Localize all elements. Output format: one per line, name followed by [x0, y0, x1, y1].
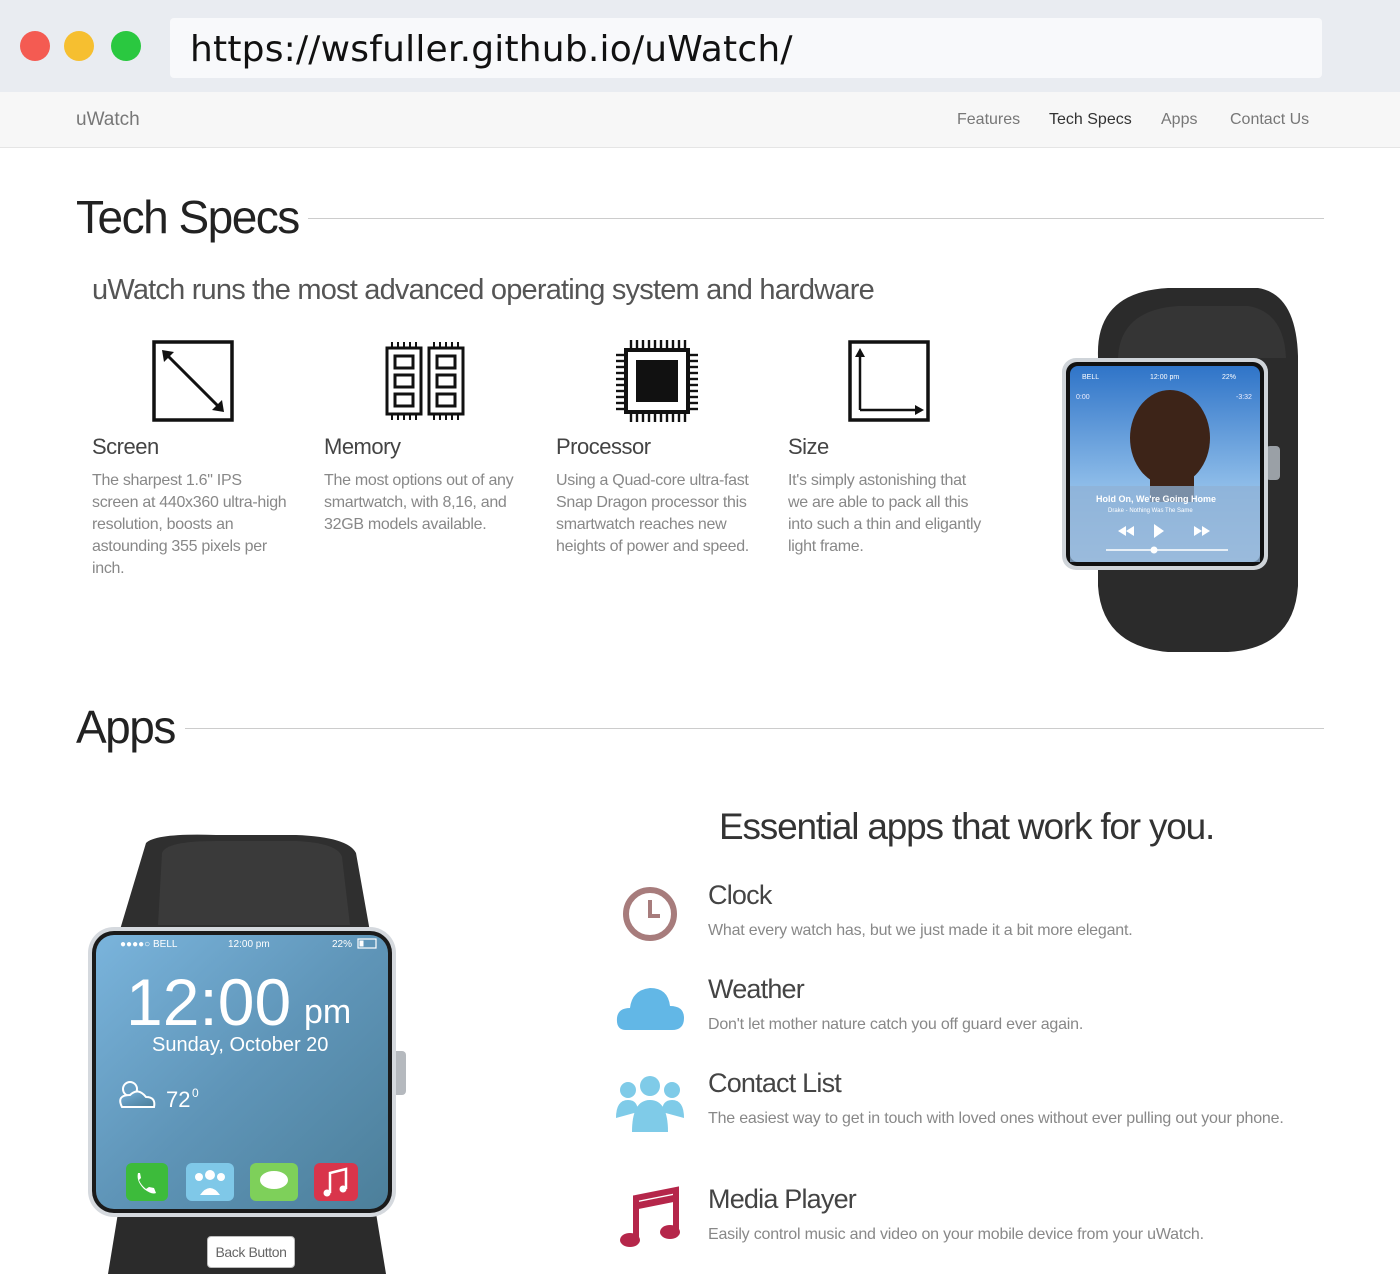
contacts-app-icon	[186, 1163, 234, 1201]
home-time: 12:00	[126, 965, 291, 1039]
app-media-player: Media Player Easily control music and vi…	[612, 1184, 1292, 1254]
app-clock: Clock What every watch has, but we just …	[612, 880, 1292, 950]
spec-size: Size It's simply astonishing that we are…	[788, 340, 988, 555]
song-artist: Drake - Nothing Was The Same	[1108, 508, 1193, 514]
nav-item-features[interactable]: Features	[957, 111, 1020, 129]
app-name: Clock	[708, 880, 772, 910]
contacts-icon	[616, 1076, 684, 1132]
back-button[interactable]: Back Button	[207, 1236, 295, 1268]
minimize-window-button[interactable]	[64, 31, 94, 61]
app-name: Contact List	[708, 1068, 842, 1098]
app-weather: Weather Don't let mother nature catch yo…	[612, 974, 1292, 1044]
watch-battery: 22%	[1222, 374, 1236, 381]
watch-status-time: 12:00 pm	[1150, 374, 1179, 381]
home-ampm: pm	[304, 993, 351, 1031]
app-description: What every watch has, but we just made i…	[708, 922, 1133, 939]
music-app-icon	[314, 1163, 358, 1201]
apps-tagline: Essential apps that work for you.	[719, 806, 1215, 847]
url-text: https://wsfuller.github.io/uWatch/	[190, 29, 793, 70]
cloud-icon	[616, 988, 684, 1030]
track-remaining: -3:32	[1236, 394, 1252, 401]
section-divider	[185, 728, 1324, 729]
brand-link[interactable]: uWatch	[76, 109, 140, 131]
messages-app-icon	[250, 1163, 298, 1201]
watch-carrier: BELL	[1082, 374, 1099, 381]
track-elapsed: 0:00	[1076, 394, 1090, 401]
processor-chip-icon	[616, 340, 698, 422]
app-contact-list: Contact List The easiest way to get in t…	[612, 1068, 1292, 1158]
spec-description: The sharpest 1.6" IPS screen at 440x360 …	[92, 472, 287, 577]
spec-name: Processor	[556, 434, 651, 459]
app-description: Don't let mother nature catch you off gu…	[708, 1016, 1084, 1033]
app-name: Media Player	[708, 1184, 857, 1214]
watch-home-screen-image: ●●●●○ BELL 12:00 pm 22% 12:00 pm Sunday,…	[88, 834, 406, 1274]
app-description: The easiest way to get in touch with lov…	[708, 1110, 1284, 1127]
section-divider	[308, 218, 1324, 219]
close-window-button[interactable]	[20, 31, 50, 61]
home-date: Sunday, October 20	[152, 1034, 328, 1056]
home-carrier: ●●●●○ BELL	[120, 939, 178, 950]
tech-specs-heading: Tech Specs	[76, 191, 300, 243]
spec-memory: Memory The most options out of any smart…	[324, 340, 524, 533]
browser-chrome: https://wsfuller.github.io/uWatch/	[0, 0, 1400, 92]
spec-name: Size	[788, 434, 829, 459]
nav-item-contact-us[interactable]: Contact Us	[1230, 111, 1309, 129]
clock-icon	[623, 887, 677, 941]
navbar: uWatch Features Tech Specs Apps Contact …	[0, 92, 1400, 148]
spec-name: Memory	[324, 434, 401, 459]
phone-app-icon	[126, 1163, 168, 1201]
home-status-time: 12:00 pm	[228, 939, 270, 950]
app-description: Easily control music and video on your m…	[708, 1226, 1204, 1243]
music-note-icon	[620, 1186, 680, 1247]
dimensions-icon	[848, 340, 930, 422]
apps-heading: Apps	[76, 701, 176, 753]
home-temperature: 72	[166, 1087, 190, 1112]
address-bar[interactable]: https://wsfuller.github.io/uWatch/	[170, 18, 1322, 78]
watch-music-player-image: BELL 12:00 pm 22% 0:00 -3:32 Hold On, We…	[1062, 288, 1298, 652]
spec-name: Screen	[92, 434, 159, 459]
maximize-window-button[interactable]	[111, 31, 141, 61]
app-name: Weather	[708, 974, 805, 1004]
tech-specs-subtitle: uWatch runs the most advanced operating …	[92, 274, 875, 306]
spec-screen: Screen The sharpest 1.6" IPS screen at 4…	[92, 340, 292, 577]
memory-chip-icon	[385, 342, 465, 420]
nav-item-apps[interactable]: Apps	[1161, 111, 1197, 129]
nav-item-tech-specs[interactable]: Tech Specs	[1049, 111, 1132, 129]
home-degree: 0	[192, 1086, 199, 1100]
diagonal-arrow-icon	[152, 340, 234, 422]
home-battery: 22%	[332, 939, 352, 950]
song-title: Hold On, We're Going Home	[1096, 494, 1216, 504]
spec-processor: Processor Using a Quad-core ultra-fast S…	[556, 340, 756, 555]
spec-description: Using a Quad-core ultra-fast Snap Dragon…	[556, 472, 749, 555]
spec-description: It's simply astonishing that we are able…	[788, 472, 981, 555]
spec-description: The most options out of any smartwatch, …	[324, 472, 514, 533]
